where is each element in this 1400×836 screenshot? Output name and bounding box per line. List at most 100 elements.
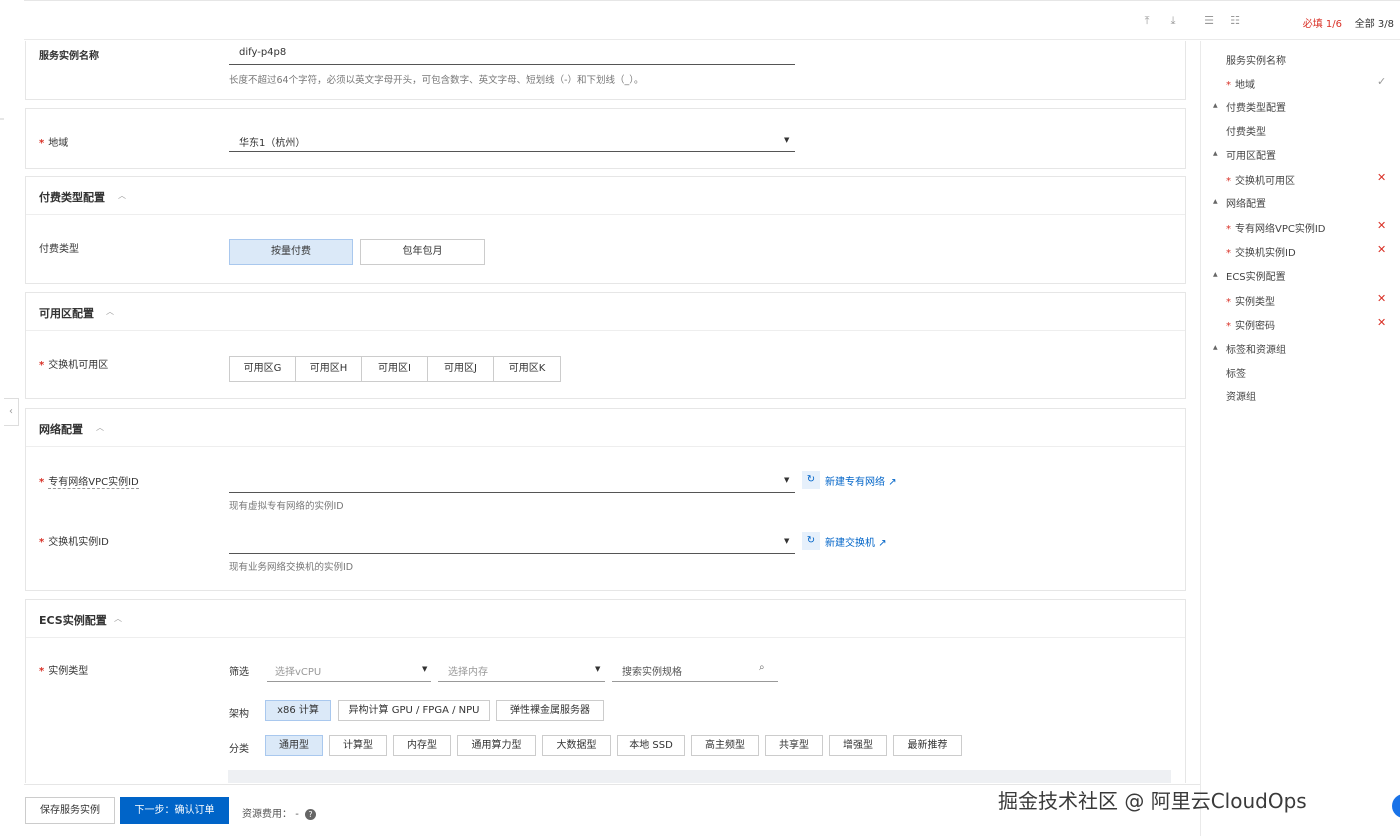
vcpu-select[interactable]: 选择vCPU: [275, 663, 321, 678]
category-general[interactable]: 通用型: [265, 735, 323, 756]
ecs-section-title: ECS实例配置: [39, 614, 107, 627]
nav-item-instance-type[interactable]: * 实例类型: [1226, 293, 1275, 308]
nav-item-tags[interactable]: 标签: [1226, 365, 1246, 380]
search-icon[interactable]: ⌕: [759, 662, 765, 673]
nav-item-billing[interactable]: 付费类型: [1226, 123, 1266, 138]
instance-search-input[interactable]: 搜索实例规格: [622, 663, 682, 678]
filter-label: 筛选: [229, 667, 249, 678]
nav-item-zone[interactable]: * 交换机可用区: [1226, 172, 1295, 187]
billing-option-subscription[interactable]: 包年包月: [360, 239, 485, 265]
category-enhanced[interactable]: 增强型: [829, 735, 887, 756]
caret-down-icon: ▼: [784, 136, 790, 144]
category-memory[interactable]: 内存型: [393, 735, 451, 756]
refresh-icon[interactable]: ↻: [802, 471, 820, 489]
arch-option-heterogeneous[interactable]: 异构计算 GPU / FPGA / NPU: [338, 700, 490, 721]
nav-item-network-section[interactable]: 网络配置: [1226, 195, 1266, 210]
save-instance-button[interactable]: 保存服务实例: [25, 797, 115, 824]
region-label: * 地域: [39, 134, 68, 149]
form-main: 服务实例名称 dify-p4p8 长度不超过64个字符，必须以英文字母开头，可包…: [25, 41, 1186, 783]
nav-item-ecs-section[interactable]: ECS实例配置: [1226, 268, 1286, 283]
to-top-icon[interactable]: ⤒: [1134, 13, 1160, 29]
to-bottom-icon[interactable]: ⤓: [1160, 13, 1186, 29]
region-underline: [229, 151, 795, 152]
collapse-all-icon[interactable]: ☷: [1222, 13, 1248, 29]
category-high-frequency[interactable]: 高主频型: [691, 735, 759, 756]
region-select[interactable]: 华东1（杭州）: [239, 134, 305, 149]
nav-item-label: 交换机实例ID: [1235, 248, 1296, 259]
new-vpc-link[interactable]: 新建专有网络 ↗: [825, 473, 897, 488]
required-star: *: [39, 477, 45, 488]
new-vswitch-link[interactable]: 新建交换机 ↗: [825, 534, 887, 549]
nav-item-billing-section[interactable]: 付费类型配置: [1226, 99, 1286, 114]
nav-item-label: 可用区配置: [1226, 151, 1276, 162]
vswitch-select[interactable]: [229, 553, 795, 554]
nav-item-label: 实例类型: [1235, 297, 1275, 308]
nav-item-vswitch[interactable]: * 交换机实例ID: [1226, 244, 1296, 259]
help-icon[interactable]: ?: [304, 808, 316, 820]
card-billing: 付费类型配置 ︿ 付费类型 按量付费 包年包月: [25, 176, 1186, 284]
nav-item-label: 付费类型配置: [1226, 103, 1286, 114]
billing-section-title: 付费类型配置: [39, 191, 105, 204]
nav-item-instance-name[interactable]: 服务实例名称: [1226, 52, 1286, 67]
new-vpc-link-text: 新建专有网络: [825, 477, 885, 488]
nav-item-label: 实例密码: [1235, 321, 1275, 332]
collapse-sidebar-button[interactable]: ‹: [4, 398, 19, 426]
network-section-header[interactable]: 网络配置 ︿: [26, 409, 1185, 447]
new-vswitch-link-text: 新建交换机: [825, 538, 875, 549]
arch-label: 架构: [229, 709, 249, 720]
vpc-label-text: 专有网络VPC实例ID: [48, 477, 139, 489]
nav-item-label: 资源组: [1226, 392, 1256, 403]
caret-down-icon: ▼: [422, 665, 428, 673]
resource-cost-value: -: [295, 809, 299, 820]
required-count-value: 1/6: [1325, 19, 1342, 30]
nav-item-label: 付费类型: [1226, 127, 1266, 138]
all-count[interactable]: 全部 3/8: [1355, 15, 1394, 30]
zone-option-j[interactable]: 可用区J: [428, 357, 494, 381]
nav-item-resource-group[interactable]: 资源组: [1226, 388, 1256, 403]
expand-all-icon[interactable]: ☰: [1196, 13, 1222, 29]
memory-select[interactable]: 选择内存: [448, 663, 488, 678]
chevron-up-icon: ︿: [106, 307, 114, 316]
nav-item-label: 标签: [1226, 369, 1246, 380]
caret-down-icon: ▼: [784, 476, 790, 484]
nav-item-tags-section[interactable]: 标签和资源组: [1226, 341, 1286, 356]
zone-option-k[interactable]: 可用区K: [494, 357, 560, 381]
form-nav: 服务实例名称 * 地域 ✓ ▲ 付费类型配置 付费类型 ▲ 可用区配置 * 交换机可…: [1200, 41, 1400, 836]
nav-item-label: 地域: [1235, 80, 1255, 91]
toolbar-tools: ⤒ ⤓ ☰ ☷: [1134, 13, 1248, 29]
nav-item-label: 标签和资源组: [1226, 345, 1286, 356]
check-icon: ✓: [1377, 75, 1387, 88]
vpc-label: * 专有网络VPC实例ID: [39, 473, 139, 489]
nav-item-region[interactable]: * 地域: [1226, 76, 1255, 91]
category-recommended[interactable]: 最新推荐: [893, 735, 962, 756]
nav-item-instance-password[interactable]: * 实例密码: [1226, 317, 1275, 332]
ecs-section-header[interactable]: ECS实例配置 ︿: [26, 600, 1185, 638]
required-star: *: [39, 537, 45, 548]
required-count[interactable]: 必填 1/6: [1303, 15, 1342, 30]
billing-section-header[interactable]: 付费类型配置 ︿: [26, 177, 1185, 215]
resource-cost: 资源费用： - ?: [242, 805, 316, 820]
zone-option-g[interactable]: 可用区G: [230, 357, 296, 381]
nav-item-zone-section[interactable]: 可用区配置: [1226, 147, 1276, 162]
category-shared[interactable]: 共享型: [765, 735, 823, 756]
arch-option-x86[interactable]: x86 计算: [265, 700, 331, 721]
zone-option-i[interactable]: 可用区I: [362, 357, 428, 381]
next-step-button[interactable]: 下一步：确认订单: [120, 797, 229, 824]
zone-section-header[interactable]: 可用区配置 ︿: [26, 293, 1185, 331]
vpc-select[interactable]: [229, 492, 795, 493]
arch-option-bare-metal[interactable]: 弹性裸金属服务器: [496, 700, 604, 721]
refresh-icon[interactable]: ↻: [802, 532, 820, 550]
category-local-ssd[interactable]: 本地 SSD: [617, 735, 685, 756]
zone-option-h[interactable]: 可用区H: [296, 357, 362, 381]
billing-option-payg[interactable]: 按量付费: [229, 239, 353, 265]
nav-item-vpc[interactable]: * 专有网络VPC实例ID: [1226, 220, 1326, 235]
category-general-compute[interactable]: 通用算力型: [457, 735, 536, 756]
instance-name-input[interactable]: dify-p4p8: [239, 47, 286, 58]
card-zone: 可用区配置 ︿ * 交换机可用区 可用区G 可用区H 可用区I 可用区J 可用区K: [25, 292, 1186, 399]
nav-item-label: ECS实例配置: [1226, 272, 1286, 283]
category-compute[interactable]: 计算型: [329, 735, 387, 756]
all-count-value: 3/8: [1377, 19, 1394, 30]
category-big-data[interactable]: 大数据型: [542, 735, 611, 756]
card-ecs: ECS实例配置 ︿ * 实例类型 筛选 选择vCPU ▼ 选择内存 ▼ 搜索实例规…: [25, 599, 1186, 783]
nav-item-label: 服务实例名称: [1226, 56, 1286, 67]
